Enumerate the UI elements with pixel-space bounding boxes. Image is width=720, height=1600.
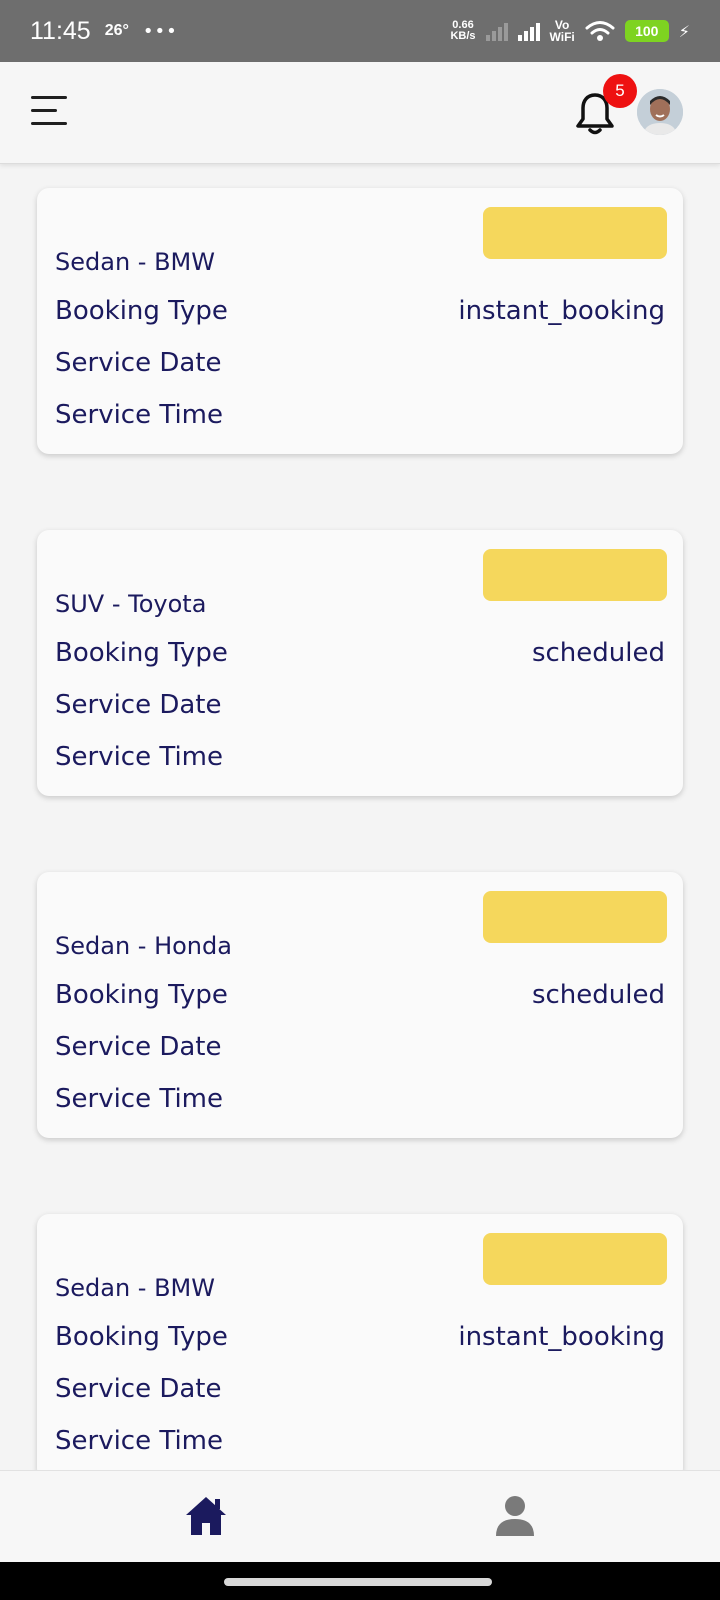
network-speed-unit: KB/s bbox=[450, 30, 476, 42]
booking-card[interactable]: Sedan - BMW Booking Type instant_booking… bbox=[37, 188, 683, 454]
status-temperature: 26° bbox=[104, 22, 129, 39]
service-time-label: Service Time bbox=[55, 1084, 223, 1114]
battery-icon: 100 bbox=[624, 20, 669, 42]
service-date-label: Service Date bbox=[55, 690, 222, 720]
signal-sim2-icon bbox=[517, 21, 540, 41]
wifi-icon bbox=[585, 21, 615, 41]
booking-type-label: Booking Type bbox=[55, 296, 228, 326]
service-date-row: Service Date bbox=[55, 690, 665, 720]
booking-type-value: instant_booking bbox=[458, 1322, 665, 1352]
booking-type-label: Booking Type bbox=[55, 980, 228, 1010]
service-time-label: Service Time bbox=[55, 742, 223, 772]
more-notifications-icon: ••• bbox=[142, 20, 178, 42]
booking-card[interactable]: Sedan - Honda Booking Type scheduled Ser… bbox=[37, 872, 683, 1138]
user-avatar[interactable] bbox=[637, 89, 683, 135]
system-gesture-bar bbox=[0, 1562, 720, 1600]
booking-status-chip bbox=[483, 207, 667, 259]
vowifi-bottom-label: WiFi bbox=[549, 30, 575, 44]
booking-type-row: Booking Type scheduled bbox=[55, 980, 665, 1010]
vehicle-name: Sedan - BMW bbox=[55, 1274, 215, 1302]
booking-type-row: Booking Type scheduled bbox=[55, 638, 665, 668]
service-date-row: Service Date bbox=[55, 1374, 665, 1404]
service-date-row: Service Date bbox=[55, 348, 665, 378]
vehicle-name: SUV - Toyota bbox=[55, 590, 207, 618]
booking-type-row: Booking Type instant_booking bbox=[55, 296, 665, 326]
vehicle-name: Sedan - Honda bbox=[55, 932, 232, 960]
bottom-navigation bbox=[0, 1470, 720, 1562]
person-icon[interactable] bbox=[494, 1495, 536, 1537]
booking-type-value: scheduled bbox=[531, 638, 665, 668]
service-time-label: Service Time bbox=[55, 1426, 223, 1456]
notification-count-badge: 5 bbox=[603, 74, 637, 108]
booking-type-label: Booking Type bbox=[55, 1322, 228, 1352]
booking-status-chip bbox=[483, 1233, 667, 1285]
network-speed: 0.66 KB/s bbox=[450, 20, 475, 42]
vehicle-name: Sedan - BMW bbox=[55, 248, 215, 276]
booking-type-value: scheduled bbox=[531, 980, 665, 1010]
booking-status-chip bbox=[483, 549, 667, 601]
home-gesture-handle[interactable] bbox=[224, 1578, 492, 1586]
service-time-row: Service Time bbox=[55, 1426, 665, 1456]
signal-sim1-icon bbox=[485, 21, 508, 41]
vowifi-indicator: Vo WiFi bbox=[550, 19, 575, 43]
service-time-row: Service Time bbox=[55, 400, 665, 430]
service-date-label: Service Date bbox=[55, 1032, 222, 1062]
app-screen: 11:45 26° ••• 0.66 KB/s Vo WiFi 100 ⚡ 5 … bbox=[0, 0, 720, 1600]
status-indicators: 0.66 KB/s Vo WiFi 100 ⚡ bbox=[450, 19, 690, 43]
app-header: 5 bbox=[0, 62, 720, 164]
booking-type-label: Booking Type bbox=[55, 638, 228, 668]
service-time-row: Service Time bbox=[55, 1084, 665, 1114]
home-icon[interactable] bbox=[184, 1495, 228, 1537]
service-date-label: Service Date bbox=[55, 348, 222, 378]
status-time: 11:45 bbox=[30, 16, 91, 45]
service-time-row: Service Time bbox=[55, 742, 665, 772]
status-bar: 11:45 26° ••• 0.66 KB/s Vo WiFi 100 ⚡ bbox=[0, 0, 720, 62]
booking-type-value: instant_booking bbox=[458, 296, 665, 326]
booking-type-row: Booking Type instant_booking bbox=[55, 1322, 665, 1352]
service-time-label: Service Time bbox=[55, 400, 223, 430]
avatar-photo-icon bbox=[637, 89, 683, 135]
booking-card[interactable]: SUV - Toyota Booking Type scheduled Serv… bbox=[37, 530, 683, 796]
booking-status-chip bbox=[483, 891, 667, 943]
hamburger-menu-icon[interactable] bbox=[31, 94, 67, 128]
service-date-label: Service Date bbox=[55, 1374, 222, 1404]
booking-card[interactable]: Sedan - BMW Booking Type instant_booking… bbox=[37, 1214, 683, 1470]
service-date-row: Service Date bbox=[55, 1032, 665, 1062]
charging-icon: ⚡ bbox=[678, 21, 690, 41]
booking-list[interactable]: Sedan - BMW Booking Type instant_booking… bbox=[0, 164, 720, 1470]
